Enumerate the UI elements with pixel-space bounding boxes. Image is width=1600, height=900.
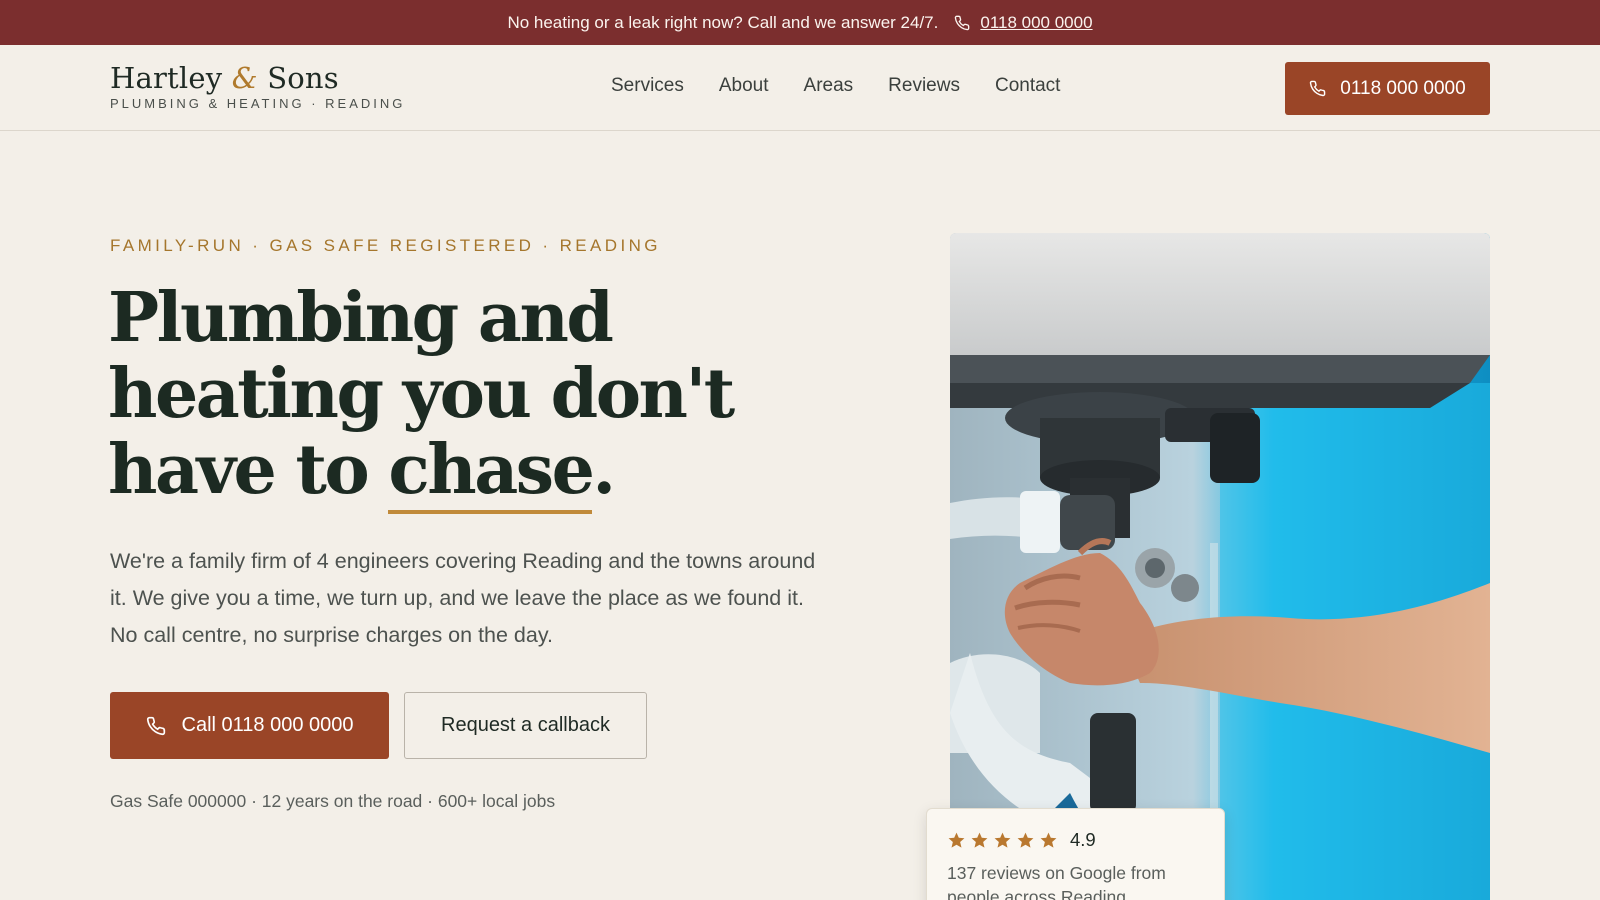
nav-contact[interactable]: Contact <box>995 75 1060 97</box>
site-header: Hartley & Sons PLUMBING & HEATING · READ… <box>0 45 1600 131</box>
logo[interactable]: Hartley & Sons PLUMBING & HEATING · READ… <box>110 61 405 111</box>
star-rating: 4.9 <box>947 829 1204 851</box>
logo-name: Hartley & Sons <box>110 61 339 95</box>
star-icon <box>1017 832 1034 848</box>
nav-services[interactable]: Services <box>611 75 684 97</box>
header-call-button[interactable]: 0118 000 0000 <box>1285 62 1490 115</box>
star-icon <box>971 832 988 848</box>
star-icon <box>994 832 1011 848</box>
nav-about[interactable]: About <box>719 75 769 97</box>
trust-line: Gas Safe 000000 · 12 years on the road ·… <box>110 791 556 811</box>
header-call-label: 0118 000 0000 <box>1340 77 1466 99</box>
hero-description: We're a family firm of 4 engineers cover… <box>110 549 816 647</box>
hero-call-button[interactable]: Call 0118 000 0000 <box>110 692 389 759</box>
announcement-bar: No heating or a leak right now? Call and… <box>0 0 1600 45</box>
headline-underlined-word: chase <box>388 430 595 514</box>
star-icon <box>1040 832 1057 848</box>
phone-icon <box>1309 80 1326 97</box>
announcement-text: No heating or a leak right now? Call and… <box>507 12 939 32</box>
main-nav: Services About Areas Reviews Contact <box>611 75 1060 97</box>
hero-headline: Plumbing and heating you don't have to c… <box>108 280 868 514</box>
review-card: 4.9 137 reviews on Google from people ac… <box>926 808 1225 900</box>
logo-tagline: PLUMBING & HEATING · READING <box>110 96 406 111</box>
request-callback-button[interactable]: Request a callback <box>404 692 647 759</box>
nav-areas[interactable]: Areas <box>804 75 854 97</box>
nav-reviews[interactable]: Reviews <box>888 75 960 97</box>
hero-photo <box>950 233 1490 900</box>
star-icon <box>948 832 965 848</box>
rating-value: 4.9 <box>1070 829 1096 850</box>
hero-call-label: Call 0118 000 0000 <box>181 714 354 736</box>
review-summary: 137 reviews on Google from people across… <box>947 863 1166 900</box>
phone-icon <box>954 15 970 31</box>
hero-eyebrow: FAMILY-RUN · GAS SAFE REGISTERED · READI… <box>110 236 661 255</box>
phone-icon <box>146 716 166 736</box>
announcement-phone-link[interactable]: 0118 000 0000 <box>980 13 1092 33</box>
